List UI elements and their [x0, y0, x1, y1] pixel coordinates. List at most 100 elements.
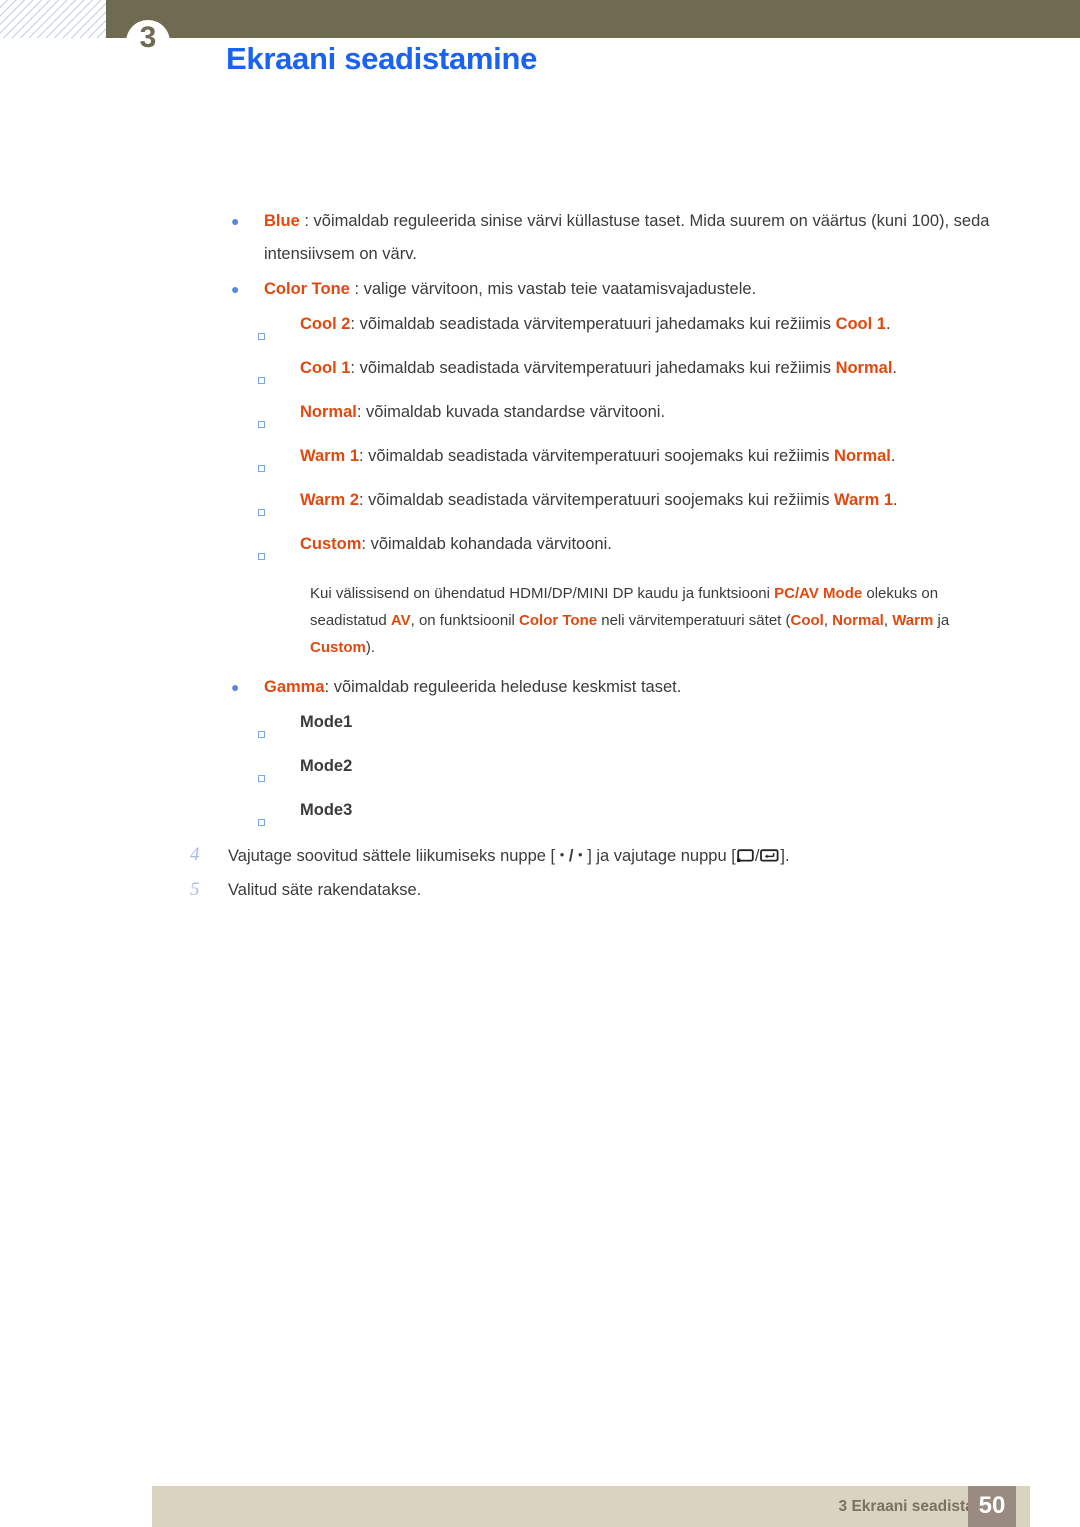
sub-text-warm-1: Warm 1: võimaldab seadistada värvitemper… [300, 440, 1040, 473]
term-cool-2: Cool 2 [300, 315, 351, 333]
note-hl-color-tone: Color Tone [519, 612, 598, 629]
bullet-text-color-tone: Color Tone : valige värvitoon, mis vasta… [264, 273, 1024, 306]
note-p3: , on funktsioonil [410, 612, 520, 629]
square-bullet-icon [258, 352, 300, 396]
body-blue: võimaldab reguleerida sinise värvi külla… [264, 212, 990, 263]
term-custom: Custom [300, 535, 362, 553]
step-number-4: 4 [190, 844, 200, 865]
sub-text-cool-1: Cool 1: võimaldab seadistada värvitemper… [300, 352, 1040, 385]
mode-label-3: Mode3 [300, 801, 353, 819]
square-bullet-icon [258, 484, 300, 528]
square-bullet-icon [258, 528, 300, 572]
sub-text-warm-2: Warm 2: võimaldab seadistada värvitemper… [300, 484, 1040, 517]
term-blue: Blue [264, 212, 300, 230]
sep-gamma: : [324, 678, 334, 696]
ref-warm-2: Warm 1 [834, 491, 894, 509]
page-content: ● Blue : võimaldab reguleerida sinise vä… [0, 205, 1080, 907]
bullet-text-blue: Blue : võimaldab reguleerida sinise värv… [264, 205, 1024, 271]
square-bullet-icon [258, 440, 300, 484]
mode-label-2: Mode2 [300, 757, 353, 775]
sub-item-warm-2: Warm 2: võimaldab seadistada värvitemper… [258, 484, 1080, 528]
bullet-dot-icon: ● [231, 213, 240, 229]
square-bullet-icon [258, 794, 300, 838]
page-number-label: 50 [978, 1492, 1006, 1519]
step4-slash-2: / [754, 847, 760, 865]
note-p5: , [823, 612, 833, 629]
step4-slash-1: / [564, 847, 579, 865]
note-hl-pc-av-mode: PC/AV Mode [774, 585, 863, 602]
square-bullet-icon [258, 396, 300, 440]
sub-item-cool-2: Cool 2: võimaldab seadistada värvitemper… [258, 308, 1080, 352]
term-color-tone: Color Tone [264, 280, 350, 298]
note-paragraph: Kui välissisend on ühendatud HDMI/DP/MIN… [310, 580, 1010, 661]
body-normal: võimaldab kuvada standardse värvitooni. [366, 403, 666, 421]
term-cool-1: Cool 1 [300, 359, 351, 377]
mode-label-1: Mode1 [300, 713, 353, 731]
note-hl-warm: Warm [892, 612, 934, 629]
sep-cool-1: : [350, 359, 360, 377]
note-p6: , [883, 612, 893, 629]
sub-item-mode1: Mode1 [258, 706, 1080, 750]
sub-text-normal: Normal: võimaldab kuvada standardse värv… [300, 396, 1040, 429]
sep-warm-1: : [359, 447, 369, 465]
step4-post: ]. [780, 847, 790, 865]
tail-cool-1: . [892, 359, 898, 377]
sub-item-mode2: Mode2 [258, 750, 1080, 794]
sub-text-cool-2: Cool 2: võimaldab seadistada värvitemper… [300, 308, 1040, 341]
sep-warm-2: : [359, 491, 369, 509]
note-p1: Kui välissisend on ühendatud HDMI/DP/MIN… [310, 585, 775, 602]
corner-hatch-decoration [0, 0, 106, 38]
square-bullet-icon [258, 308, 300, 352]
sep-normal: : [356, 403, 367, 421]
bullet-text-gamma: Gamma: võimaldab reguleerida heleduse ke… [264, 671, 1024, 704]
page-title: Ekraani seadistamine [226, 41, 538, 76]
body-custom: võimaldab kohandada värvitooni. [370, 535, 612, 553]
body-cool-2: võimaldab seadistada värvitemperatuuri j… [359, 315, 836, 333]
ref-cool-1: Normal [835, 359, 893, 377]
tail-warm-1: . [890, 447, 896, 465]
body-gamma: võimaldab reguleerida heleduse keskmist … [333, 678, 682, 696]
sub-text-custom: Custom: võimaldab kohandada värvitooni. [300, 528, 1040, 561]
bullet-dot-icon: ● [231, 281, 240, 297]
separator-blue: : [299, 212, 314, 230]
term-gamma: Gamma [264, 678, 325, 696]
chapter-number-badge: 3 [126, 20, 170, 64]
bullet-item-blue: ● Blue : võimaldab reguleerida sinise vä… [228, 205, 1080, 271]
tail-warm-2: . [893, 491, 898, 509]
note-hl-cool: Cool [790, 612, 824, 629]
step-text-4: Vajutage soovitud sättele liikumiseks nu… [228, 838, 988, 873]
separator-color-tone: : [349, 280, 364, 298]
square-bullet-icon [258, 750, 300, 794]
sep-cool-2: : [350, 315, 360, 333]
sub-item-cool-1: Cool 1: võimaldab seadistada värvitemper… [258, 352, 1080, 396]
note-hl-av: AV [390, 612, 411, 629]
body-cool-1: võimaldab seadistada värvitemperatuuri j… [359, 359, 836, 377]
note-hl-custom: Custom [310, 639, 366, 656]
note-p8: ). [365, 639, 376, 656]
chapter-number-label: 3 [139, 21, 157, 54]
note-p4: neli värvitemperatuuri sätet ( [597, 612, 791, 629]
sub-item-warm-1: Warm 1: võimaldab seadistada värvitemper… [258, 440, 1080, 484]
body-warm-2: võimaldab seadistada värvitemperatuuri s… [368, 491, 835, 509]
step-item-4: 4 Vajutage soovitud sättele liikumiseks … [190, 838, 1080, 873]
sep-custom: : [361, 535, 371, 553]
bullet-item-color-tone: ● Color Tone : valige värvitoon, mis vas… [228, 273, 1080, 306]
bullet-item-gamma: ● Gamma: võimaldab reguleerida heleduse … [228, 671, 1080, 704]
term-warm-1: Warm 1 [300, 447, 359, 465]
sub-item-custom: Custom: võimaldab kohandada värvitooni. [258, 528, 1080, 572]
enter-return-icon [760, 849, 779, 863]
bullet-dot-icon: ● [231, 679, 240, 695]
step4-pre: Vajutage soovitud sättele liikumiseks nu… [228, 847, 560, 865]
page-number-badge: 50 [968, 1486, 1016, 1527]
step-text-5: Valitud säte rakendatakse. [228, 881, 422, 899]
body-color-tone: valige värvitoon, mis vastab teie vaatam… [363, 280, 757, 298]
tail-cool-2: . [885, 315, 891, 333]
sub-item-mode3: Mode3 [258, 794, 1080, 838]
step-item-5: 5 Valitud säte rakendatakse. [190, 873, 1080, 907]
sub-item-normal: Normal: võimaldab kuvada standardse värv… [258, 396, 1080, 440]
ref-cool-2: Cool 1 [835, 315, 886, 333]
note-p7: ja [933, 612, 950, 629]
manual-page: 3 Ekraani seadistamine ● Blue : võimalda… [0, 0, 1080, 1527]
step4-mid: ] ja vajutage nuppu [ [582, 847, 736, 865]
body-warm-1: võimaldab seadistada värvitemperatuuri s… [368, 447, 835, 465]
